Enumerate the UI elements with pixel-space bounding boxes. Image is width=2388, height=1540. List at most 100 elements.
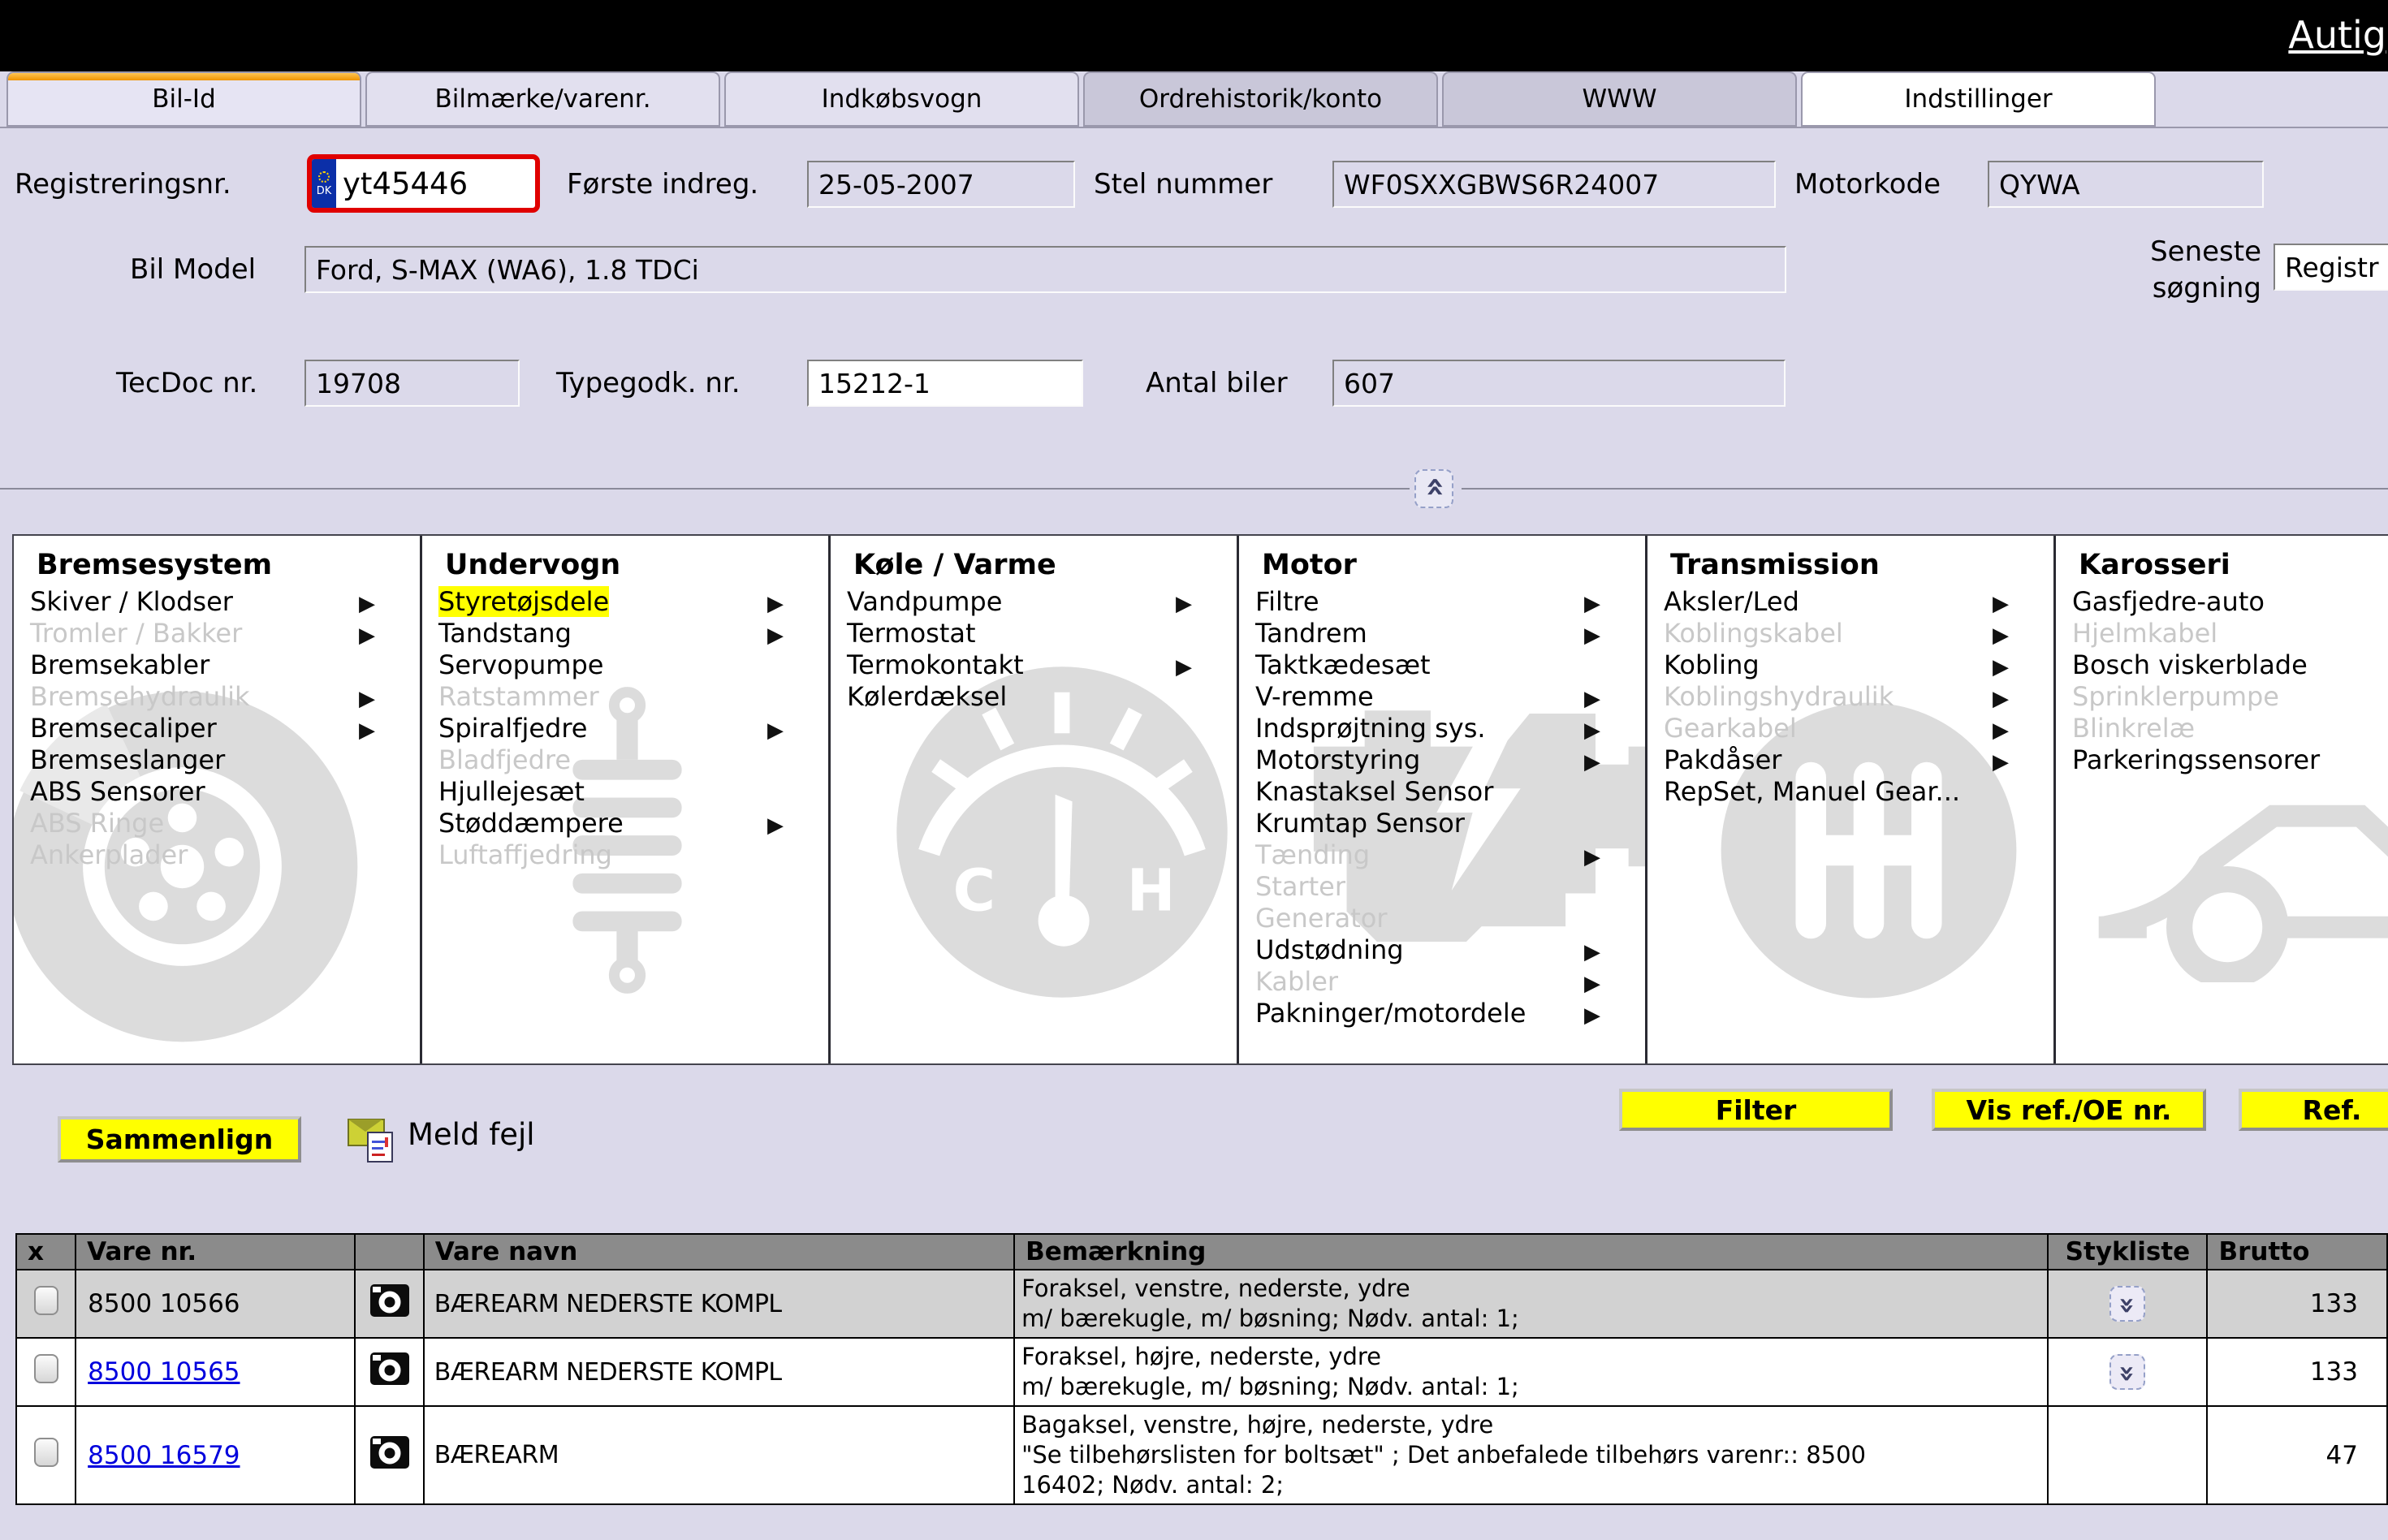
tab-ordrehistorik-konto[interactable]: Ordrehistorik/konto <box>1083 71 1438 127</box>
category-item[interactable]: Motorstyring▶ <box>1239 744 1645 776</box>
category-item[interactable]: Pakdåser▶ <box>1647 744 2053 776</box>
category-item[interactable]: Vandpumpe▶ <box>831 586 1237 618</box>
category-item[interactable]: Spiralfjedre▶ <box>422 713 828 744</box>
camera-icon[interactable] <box>370 1436 409 1469</box>
type-approval-input[interactable]: 15212-1 <box>807 360 1083 407</box>
category-column-transmission: TransmissionAksler/Led▶Koblingskabel▶Kob… <box>1647 536 2056 1063</box>
submenu-arrow-icon: ▶ <box>767 589 784 620</box>
category-title: Køle / Varme <box>831 536 1237 586</box>
category-item[interactable]: Krumtap Sensor <box>1239 808 1645 839</box>
category-item[interactable]: Tandstang▶ <box>422 618 828 649</box>
show-ref-oe-button[interactable]: Vis ref./OE nr. <box>1932 1089 2206 1131</box>
category-item: Hjelmkabel <box>2056 618 2388 649</box>
tab-indstillinger[interactable]: Indstillinger <box>1801 71 2156 127</box>
category-item[interactable]: Filtre▶ <box>1239 586 1645 618</box>
category-item[interactable]: Tandrem▶ <box>1239 618 1645 649</box>
report-error-button[interactable]: Meld fejl <box>348 1114 535 1163</box>
submenu-arrow-icon: ▶ <box>1584 684 1600 715</box>
tab-www[interactable]: WWW <box>1442 71 1797 127</box>
category-item[interactable]: ABS Sensorer <box>14 776 420 808</box>
submenu-arrow-icon: ▶ <box>1584 620 1600 652</box>
compare-button[interactable]: Sammenlign <box>58 1116 301 1163</box>
table-row: 8500 16579BÆREARMBagaksel, venstre, højr… <box>16 1406 2387 1504</box>
header-parts-list: Stykliste <box>2048 1234 2207 1270</box>
tab-bilmaerke-varenr[interactable]: Bilmærke/varenr. <box>365 71 720 127</box>
category-item[interactable]: RepSet, Manuel Gear... <box>1647 776 2053 808</box>
header-brutto: Brutto <box>2207 1234 2387 1270</box>
car-count-field: 607 <box>1332 360 1786 407</box>
parts-list-expand-button[interactable]: » <box>2109 1354 2145 1390</box>
top-bar: Autig <box>0 0 2388 71</box>
category-item[interactable]: Termokontakt▶ <box>831 649 1237 681</box>
category-item[interactable]: Termostat <box>831 618 1237 649</box>
submenu-arrow-icon: ▶ <box>1584 747 1600 779</box>
camera-icon[interactable] <box>370 1284 409 1317</box>
part-remark: Foraksel, højre, nederste, ydrem/ bæreku… <box>1014 1338 2048 1406</box>
category-item[interactable]: Pakninger/motordele▶ <box>1239 998 1645 1029</box>
submenu-arrow-icon: ▶ <box>1993 589 2009 620</box>
category-item: Starter <box>1239 871 1645 903</box>
filter-button[interactable]: Filter <box>1619 1089 1893 1131</box>
table-row: 8500 10566BÆREARM NEDERSTE KOMPLForaksel… <box>16 1270 2387 1338</box>
tab-bil-id[interactable]: Bil-Id <box>6 71 361 127</box>
category-item[interactable]: Servopumpe <box>422 649 828 681</box>
camera-icon[interactable] <box>370 1352 409 1385</box>
category-item[interactable]: Kobling▶ <box>1647 649 2053 681</box>
category-item[interactable]: Hjullejesæt <box>422 776 828 808</box>
category-item[interactable]: Bosch viskerblade <box>2056 649 2388 681</box>
registration-input[interactable]: DK yt45446 <box>307 154 540 213</box>
header-photo <box>355 1234 423 1270</box>
category-item: Tromler / Bakker▶ <box>14 618 420 649</box>
category-item[interactable]: Aksler/Led▶ <box>1647 586 2053 618</box>
part-number-link[interactable]: 8500 16579 <box>88 1441 240 1470</box>
divider-line <box>1462 488 2388 490</box>
part-name: BÆREARM <box>424 1406 1014 1504</box>
category-panel: BremsesystemSkiver / Klodser▶Tromler / B… <box>12 534 2388 1065</box>
tab-indkobsvogn[interactable]: Indkøbsvogn <box>724 71 1079 127</box>
top-right-link[interactable]: Autig <box>2288 13 2386 57</box>
vin-label: Stel nummer <box>1094 168 1272 201</box>
row-select-checkbox[interactable] <box>34 1286 58 1315</box>
row-select-checkbox[interactable] <box>34 1438 58 1467</box>
parts-table: x Vare nr. Vare navn Bemærkning Styklist… <box>15 1233 2388 1505</box>
category-item[interactable]: Bremsekabler <box>14 649 420 681</box>
category-item: Blinkrelæ <box>2056 713 2388 744</box>
category-item: Ankerplader <box>14 839 420 871</box>
report-error-label: Meld fejl <box>408 1117 535 1152</box>
ref-button[interactable]: Ref. <box>2239 1089 2388 1131</box>
first-registration-field: 25-05-2007 <box>807 161 1075 208</box>
svg-text:C: C <box>953 857 995 925</box>
submenu-arrow-icon: ▶ <box>1584 937 1600 968</box>
category-item[interactable]: V-remme▶ <box>1239 681 1645 713</box>
category-item[interactable]: Støddæmpere▶ <box>422 808 828 839</box>
category-item[interactable]: Bremseslanger <box>14 744 420 776</box>
registration-value: yt45446 <box>336 159 468 208</box>
tab-bar: Bil-IdBilmærke/varenr.IndkøbsvognOrdrehi… <box>0 71 2388 128</box>
category-item[interactable]: Styretøjsdele▶ <box>422 586 828 618</box>
submenu-arrow-icon: ▶ <box>1584 589 1600 620</box>
parts-list-expand-button[interactable]: » <box>2109 1286 2145 1322</box>
category-item[interactable]: Udstødning▶ <box>1239 934 1645 966</box>
category-item[interactable]: Indsprøjtning sys.▶ <box>1239 713 1645 744</box>
category-item[interactable]: Bremsecaliper▶ <box>14 713 420 744</box>
type-approval-label: Typegodk. nr. <box>556 367 741 399</box>
category-item[interactable]: Parkeringssensorer <box>2056 744 2388 776</box>
part-name: BÆREARM NEDERSTE KOMPL <box>424 1270 1014 1338</box>
category-item[interactable]: Knastaksel Sensor <box>1239 776 1645 808</box>
category-item[interactable]: Skiver / Klodser▶ <box>14 586 420 618</box>
category-column-undervogn: UndervognStyretøjsdele▶Tandstang▶Servopu… <box>422 536 831 1063</box>
part-number-link[interactable]: 8500 10565 <box>88 1357 240 1387</box>
category-item[interactable]: Taktkædesæt <box>1239 649 1645 681</box>
category-item[interactable]: Gasfjedre-auto <box>2056 586 2388 618</box>
header-select: x <box>16 1234 76 1270</box>
svg-text:H: H <box>1127 857 1176 925</box>
collapse-panel-button[interactable]: » <box>1414 469 1453 508</box>
eu-plate-band: DK <box>312 159 336 208</box>
row-select-checkbox[interactable] <box>34 1354 58 1383</box>
submenu-arrow-icon: ▶ <box>1993 620 2009 652</box>
category-item[interactable]: Kølerdæksel <box>831 681 1237 713</box>
latest-search-select[interactable]: Registr <box>2274 244 2388 291</box>
category-item: Koblingshydraulik▶ <box>1647 681 2053 713</box>
category-column-motor: MotorFiltre▶Tandrem▶TaktkædesætV-remme▶I… <box>1239 536 1647 1063</box>
submenu-arrow-icon: ▶ <box>359 620 375 652</box>
